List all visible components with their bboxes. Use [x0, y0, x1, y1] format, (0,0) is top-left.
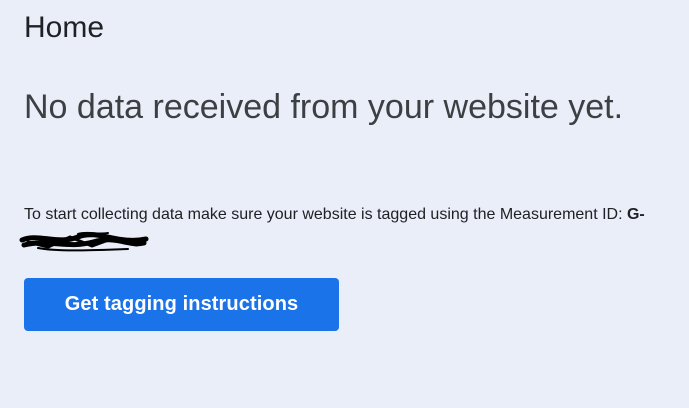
- get-tagging-instructions-button[interactable]: Get tagging instructions: [24, 278, 339, 331]
- empty-state-title: No data received from your website yet.: [24, 88, 624, 126]
- empty-state-description: To start collecting data make sure your …: [19, 202, 664, 254]
- redaction-scribble: [18, 231, 150, 252]
- measurement-id: G-: [626, 206, 645, 223]
- page-title: Home: [24, 11, 105, 44]
- description-text: To start collecting data make sure your …: [24, 206, 627, 223]
